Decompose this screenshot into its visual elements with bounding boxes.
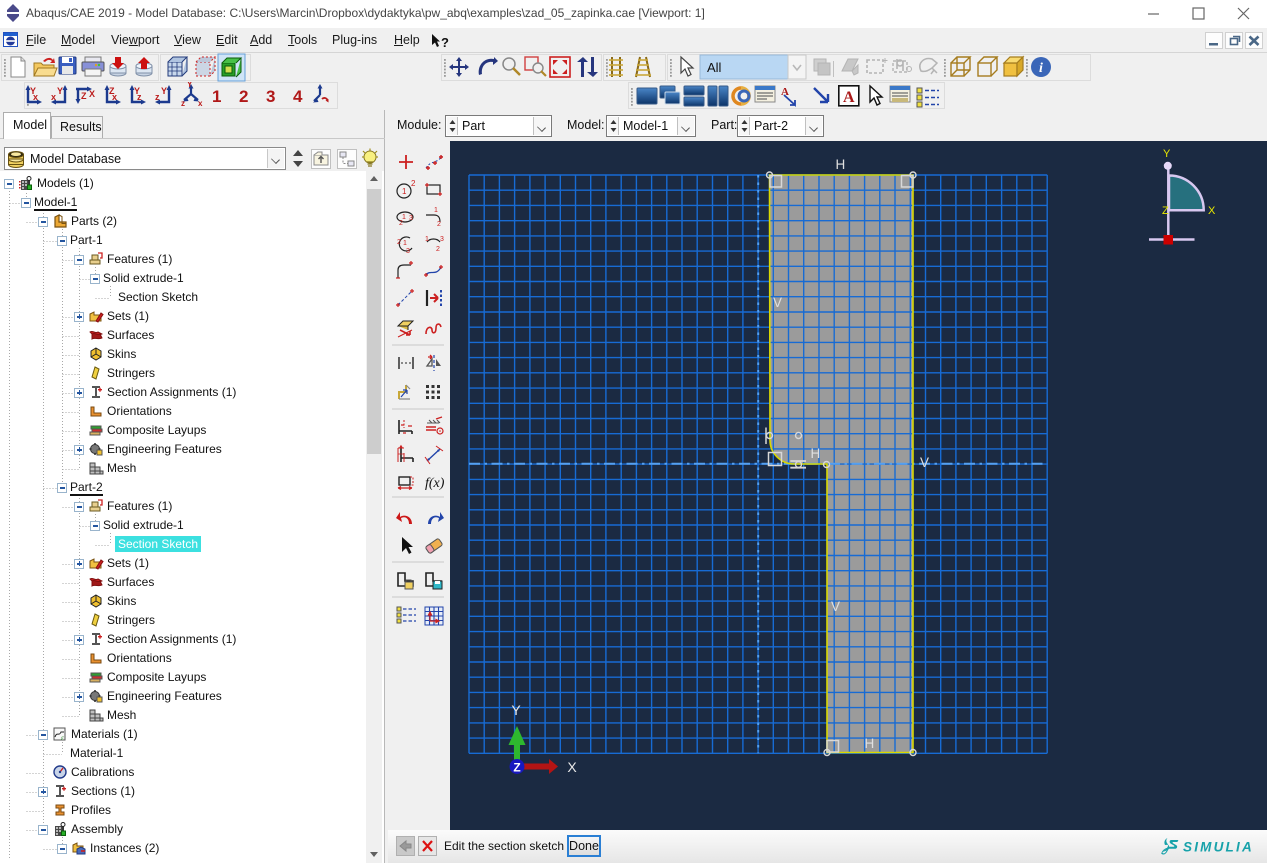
- svg-text:Y: Y: [161, 86, 167, 96]
- svg-text:H: H: [865, 736, 875, 751]
- svg-text:2: 2: [437, 221, 441, 228]
- svg-text:1: 1: [212, 87, 221, 106]
- svg-text:X: X: [567, 759, 577, 775]
- svg-text:Y: Y: [187, 82, 193, 89]
- svg-text:Z: Z: [513, 761, 520, 775]
- svg-text:z: z: [181, 99, 185, 108]
- svg-text:Z: Z: [1162, 205, 1169, 217]
- svg-text:3: 3: [266, 87, 275, 106]
- svg-text:2: 2: [397, 239, 401, 246]
- svg-text:1: 1: [425, 236, 429, 243]
- svg-text:X: X: [89, 89, 95, 99]
- svg-text:ε: ε: [61, 734, 64, 742]
- svg-text:z: z: [137, 92, 142, 102]
- svg-text:3: 3: [406, 248, 410, 255]
- svg-text:2: 2: [399, 220, 403, 227]
- svg-text:3: 3: [440, 236, 444, 243]
- svg-text:A: A: [843, 89, 855, 106]
- svg-text:i: i: [1039, 61, 1043, 76]
- svg-text:Y: Y: [57, 86, 63, 96]
- svg-text:2: 2: [436, 246, 440, 253]
- svg-text:All: All: [707, 60, 722, 75]
- svg-text:V: V: [773, 295, 782, 310]
- svg-text:x: x: [33, 92, 38, 102]
- svg-text:V: V: [920, 455, 929, 470]
- svg-text:x: x: [51, 92, 56, 102]
- svg-text:1: 1: [403, 240, 407, 247]
- svg-text:2: 2: [239, 87, 248, 106]
- svg-text:4: 4: [293, 87, 303, 106]
- svg-text:3: 3: [409, 215, 413, 222]
- svg-text:H: H: [836, 157, 846, 172]
- svg-text:V: V: [831, 599, 840, 614]
- svg-text:SIMULIA: SIMULIA: [1183, 840, 1254, 855]
- svg-text:x: x: [198, 99, 203, 108]
- svg-text:1: 1: [434, 207, 438, 214]
- svg-text:Y: Y: [1163, 148, 1171, 160]
- svg-text:X: X: [1208, 205, 1216, 217]
- svg-text:x: x: [112, 92, 117, 102]
- svg-text:f(x): f(x): [425, 476, 445, 491]
- svg-text:H: H: [811, 446, 821, 461]
- svg-text:1: 1: [402, 187, 407, 196]
- svg-text:z: z: [155, 92, 160, 102]
- svg-text:Y: Y: [511, 702, 521, 718]
- svg-text:2: 2: [411, 179, 416, 188]
- svg-text:?: ?: [441, 35, 449, 50]
- svg-text:Z: Z: [81, 91, 87, 101]
